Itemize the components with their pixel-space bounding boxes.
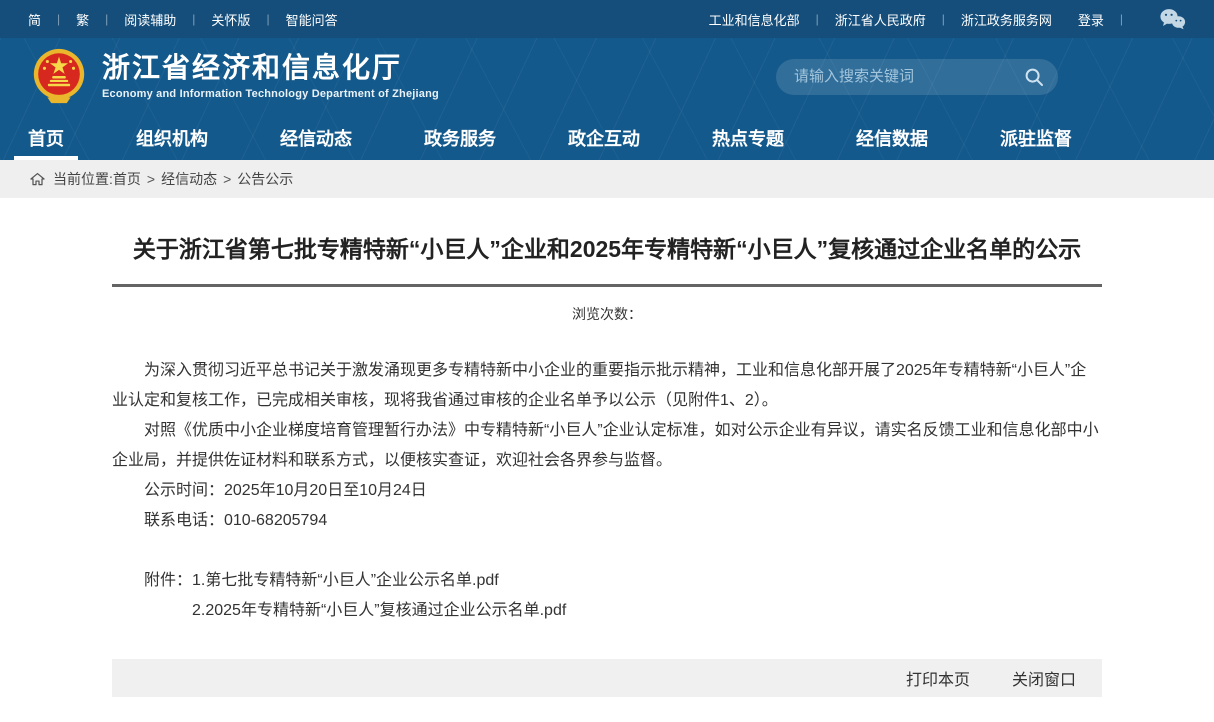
wechat-icon[interactable] [1159, 8, 1186, 30]
site-header: 浙江省经济和信息化厅 Economy and Information Techn… [0, 38, 1214, 160]
gov-site-link[interactable]: 浙江政务服务网 [961, 10, 1052, 29]
search-icon[interactable] [1024, 67, 1044, 87]
login-link[interactable]: 登录 [1078, 10, 1104, 29]
nav-item[interactable]: 首页 [28, 115, 64, 160]
search-box [776, 59, 1058, 95]
gov-links: 工业和信息化部 | 浙江省人民政府 | 浙江政务服务网 [709, 10, 1052, 29]
title-divider [112, 284, 1102, 287]
separator: | [942, 12, 945, 26]
gov-site-link[interactable]: 浙江省人民政府 | [835, 10, 961, 29]
site-title: 浙江省经济和信息化厅 [102, 53, 439, 84]
attachments-label: 附件： [144, 572, 192, 589]
home-icon [30, 172, 45, 186]
separator: | [1120, 12, 1123, 26]
breadcrumb-link[interactable]: 公告公示 [237, 169, 293, 189]
print-page-button[interactable]: 打印本页 [906, 666, 970, 690]
nav-item[interactable]: 派驻监督 [1000, 115, 1072, 160]
site-subtitle: Economy and Information Technology Depar… [102, 88, 439, 100]
nav-list: 首页 组织机构 经信动态 政务服务 政企互动 热点 [28, 115, 1144, 160]
topbar-right-links: 工业和信息化部 | 浙江省人民政府 | 浙江政务服务网 登录 | [709, 8, 1186, 30]
separator: | [105, 12, 108, 26]
attachments: 附件：1.第七批专精特新“小巨人”企业公示名单.pdf 2.2025年专精特新“… [112, 566, 1102, 626]
topbar-link[interactable]: 智能问答 [286, 10, 338, 29]
page-actions: 打印本页 关闭窗口 [112, 659, 1102, 697]
article-title: 关于浙江省第七批专精特新“小巨人”企业和2025年专精特新“小巨人”复核通过企业… [112, 231, 1102, 267]
separator: > [223, 171, 231, 187]
breadcrumb-link[interactable]: 经信动态 [161, 169, 217, 189]
topbar-link[interactable]: 简 | [28, 10, 76, 29]
search-input[interactable] [794, 68, 1024, 85]
nav-item[interactable]: 组织机构 [136, 115, 208, 160]
breadcrumb-prefix: 当前位置: [53, 169, 113, 189]
main-nav: 首页 组织机构 经信动态 政务服务 政企互动 热点 [0, 115, 1214, 160]
topbar-link[interactable]: 关怀版 | [211, 10, 285, 29]
topbar-link[interactable]: 阅读辅助 | [124, 10, 211, 29]
views-count: 浏览次数： [112, 304, 1102, 324]
attachment-link[interactable]: 2.2025年专精特新“小巨人”复核通过企业公示名单.pdf [192, 602, 566, 619]
topbar-link[interactable]: 繁 | [76, 10, 124, 29]
publicity-time: 公示时间：2025年10月20日至10月24日 [112, 476, 1102, 506]
article-paragraph: 对照《优质中小企业梯度培育管理暂行办法》中专精特新“小巨人”企业认定标准，如对公… [112, 416, 1102, 476]
nav-item[interactable]: 经信动态 [280, 115, 352, 160]
nav-item[interactable]: 政企互动 [568, 115, 640, 160]
separator: > [147, 171, 155, 187]
topbar: 简 | 繁 | 阅读辅助 | 关怀版 | 智能问答 [0, 0, 1214, 38]
breadcrumb-trail: 首页 > 经信动态 > 公告公示 [113, 169, 293, 189]
separator: | [192, 12, 195, 26]
separator: | [57, 12, 60, 26]
separator: | [816, 12, 819, 26]
attachment-link[interactable]: 1.第七批专精特新“小巨人”企业公示名单.pdf [192, 572, 499, 589]
national-emblem-icon [28, 46, 90, 108]
separator: | [266, 12, 269, 26]
article-body: 为深入贯彻习近平总书记关于激发涌现更多专精特新中小企业的重要指示批示精神，工业和… [112, 356, 1102, 476]
site-brand[interactable]: 浙江省经济和信息化厅 Economy and Information Techn… [28, 46, 439, 108]
nav-item[interactable]: 政务服务 [424, 115, 496, 160]
topbar-left-links: 简 | 繁 | 阅读辅助 | 关怀版 | 智能问答 [28, 10, 338, 29]
breadcrumb: 当前位置: 首页 > 经信动态 > 公告公示 [0, 160, 1214, 198]
article-container: 关于浙江省第七批专精特新“小巨人”企业和2025年专精特新“小巨人”复核通过企业… [112, 231, 1102, 697]
gov-site-link[interactable]: 工业和信息化部 | [709, 10, 835, 29]
breadcrumb-link[interactable]: 首页 [113, 169, 141, 189]
nav-item[interactable]: 经信数据 [856, 115, 928, 160]
nav-item[interactable]: 热点专题 [712, 115, 784, 160]
contact-phone: 联系电话：010-68205794 [112, 506, 1102, 536]
close-window-button[interactable]: 关闭窗口 [1012, 666, 1076, 690]
article-paragraph: 为深入贯彻习近平总书记关于激发涌现更多专精特新中小企业的重要指示批示精神，工业和… [112, 356, 1102, 416]
